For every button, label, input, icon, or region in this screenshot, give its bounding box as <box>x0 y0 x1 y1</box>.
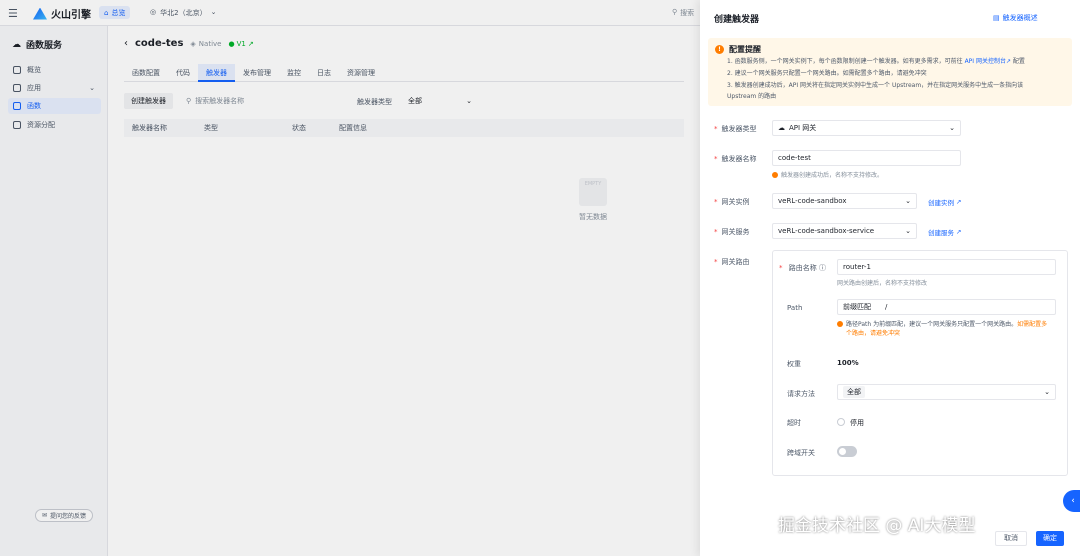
warning-icon <box>837 321 843 327</box>
trigger-name-value: code-test <box>778 154 811 162</box>
route-name-label-text: 路由名称 <box>788 264 817 272</box>
external-link-icon: ↗ <box>1005 58 1011 65</box>
gateway-route-box: 路由名称 ⓘ router-1 网关路由创建后，名称不支持修改 Path 前缀匹… <box>772 250 1068 476</box>
path-hint-c: 个路由，请避免冲突 <box>846 330 901 337</box>
chevron-down-icon: ⌄ <box>905 227 911 235</box>
info-icon <box>772 171 778 178</box>
gateway-service-select[interactable]: veRL-code-sandbox-service ⌄ <box>772 223 917 239</box>
document-icon: ▤ <box>993 14 1000 22</box>
overlay-mask[interactable] <box>0 0 700 556</box>
collapse-arrow-icon[interactable]: ‹ <box>1063 490 1080 512</box>
gateway-instance-value: veRL-code-sandbox <box>778 197 847 205</box>
notice-line-1: 1. 函数服务侧，一个网关实例下，每个函数限制创建一个触发器。如有更多需求，可前… <box>727 58 1067 66</box>
path-hint: 路径Path 为前缀匹配，建议一个网关服务只配置一个网关路由。如需配置多个路由，… <box>837 320 1065 338</box>
external-link-icon: ↗ <box>956 198 962 206</box>
cors-toggle[interactable] <box>837 446 857 457</box>
chevron-down-icon: ⌄ <box>905 197 911 205</box>
timeout-label: 超时 <box>787 419 801 427</box>
route-name-label: 路由名称 ⓘ <box>779 263 826 273</box>
watermark: 掘金技术社区 @ AI大模型 <box>778 516 976 536</box>
chevron-down-icon: ⌄ <box>949 124 955 132</box>
cancel-button[interactable]: 取消 <box>995 531 1027 546</box>
notice-line-1-suffix: 配置 <box>1012 58 1025 65</box>
ok-button[interactable]: 确定 <box>1036 531 1064 546</box>
path-hint-b: 如需配置多 <box>1017 321 1048 328</box>
trigger-overview-label: 触发器概述 <box>1002 14 1038 22</box>
warning-icon: ! <box>715 45 724 54</box>
external-link-icon: ↗ <box>956 228 962 236</box>
trigger-type-select[interactable]: ☁ API 网关 ⌄ <box>772 120 961 136</box>
path-input[interactable]: 前缀匹配 / <box>837 299 1056 315</box>
create-service-link[interactable]: 创建服务 ↗ <box>928 227 961 237</box>
path-match-type[interactable]: 前缀匹配 <box>843 302 871 312</box>
timeout-value: 停用 <box>850 419 864 427</box>
path-value: / <box>885 303 888 311</box>
gateway-service-label: 网关服务 <box>714 227 750 237</box>
method-label: 请求方法 <box>787 390 815 398</box>
drawer-title: 创建触发器 <box>714 15 760 25</box>
cors-label: 跨域开关 <box>787 449 815 457</box>
create-trigger-drawer: 创建触发器 ▤ 触发器概述 ! 配置提醒 1. 函数服务侧，一个网关实例下，每个… <box>700 0 1080 556</box>
weight-label: 权重 <box>787 360 801 368</box>
trigger-overview-link[interactable]: ▤ 触发器概述 <box>993 13 1038 23</box>
notice-title-text: 配置提醒 <box>729 45 761 54</box>
create-service-label: 创建服务 <box>928 229 954 237</box>
path-label: Path <box>787 304 803 312</box>
route-name-input[interactable]: router-1 <box>837 259 1056 275</box>
create-instance-label: 创建实例 <box>928 199 954 207</box>
trigger-name-label: 触发器名称 <box>714 154 757 164</box>
chevron-down-icon: ⌄ <box>1044 388 1050 396</box>
trigger-type-value: API 网关 <box>789 124 817 132</box>
gateway-instance-select[interactable]: veRL-code-sandbox ⌄ <box>772 193 917 209</box>
trigger-name-hint-text: 触发器创建成功后，名称不支持修改。 <box>781 172 884 179</box>
method-select[interactable]: 全部 ⌄ <box>837 384 1056 400</box>
gateway-instance-label: 网关实例 <box>714 197 750 207</box>
trigger-type-label: 触发器类型 <box>714 124 757 134</box>
weight-value: 100% <box>837 359 859 367</box>
notice-title: ! 配置提醒 <box>715 44 761 55</box>
path-hint-text: 路径Path 为前缀匹配，建议一个网关服务只配置一个网关路由。如需配置多个路由，… <box>846 320 1047 338</box>
path-hint-a: 路径Path 为前缀匹配，建议一个网关服务只配置一个网关路由。 <box>846 321 1018 328</box>
config-notice: ! 配置提醒 1. 函数服务侧，一个网关实例下，每个函数限制创建一个触发器。如有… <box>708 38 1072 106</box>
trigger-name-input[interactable]: code-test <box>772 150 961 166</box>
create-instance-link[interactable]: 创建实例 ↗ <box>928 197 961 207</box>
route-name-hint: 网关路由创建后，名称不支持修改 <box>837 280 928 287</box>
route-name-value: router-1 <box>843 263 871 271</box>
api-gateway-icon: ☁ <box>778 124 785 132</box>
notice-line-2: 2. 建议一个网关服务只配置一个网关路由。如需配置多个路由，请避免冲突 <box>727 70 927 77</box>
timeout-radio[interactable] <box>837 418 845 426</box>
notice-line-3: 3. 触发器创建成功后，API 网关将在指定网关实例中生成一个 Upstream… <box>727 82 1024 89</box>
api-gateway-console-link[interactable]: API 网关控制台 <box>965 58 1006 65</box>
help-icon[interactable]: ⓘ <box>819 264 826 272</box>
notice-line-1-text: 1. 函数服务侧，一个网关实例下，每个函数限制创建一个触发器。如有更多需求，可前… <box>727 58 963 65</box>
method-tag: 全部 <box>843 386 865 398</box>
notice-line-4: Upstream 的路由 <box>727 93 777 100</box>
gateway-route-label: 网关路由 <box>714 257 750 267</box>
trigger-name-hint: 触发器创建成功后，名称不支持修改。 <box>772 170 883 179</box>
gateway-service-value: veRL-code-sandbox-service <box>778 227 875 235</box>
